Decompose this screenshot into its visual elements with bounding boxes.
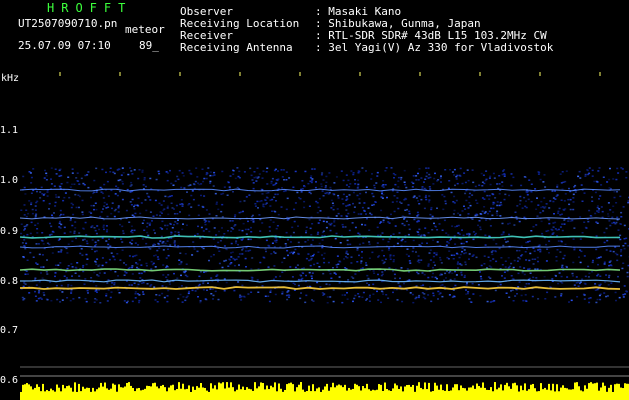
antenna-value: : 3el Yagi(V) Az 330 for Vladivostok [315,41,554,54]
y-label-1-1: 1.1 [0,125,19,136]
y-label-0-7: 0.7 [0,325,19,336]
spectrogram-plot [20,72,629,400]
antenna-label: Receiving Antenna [180,41,293,54]
counter: 89_ [139,39,159,52]
file-name: UT2507090710.pn [18,17,118,30]
y-label-0-9: 0.9 [0,226,19,237]
date-time: 25.07.09 07:10 [18,39,111,52]
y-label-0-6: 0.6 [0,375,19,386]
header-panel: HROFFT UT2507090710.pn meteor 25.07.09 0… [0,0,629,70]
unit-label: kHz [1,73,20,84]
file-name-suffix: meteor [125,23,165,36]
app-title: HROFFT [47,1,133,15]
y-label-0-8: 0.8 [0,276,19,287]
y-label-1-0: 1.0 [0,175,19,186]
